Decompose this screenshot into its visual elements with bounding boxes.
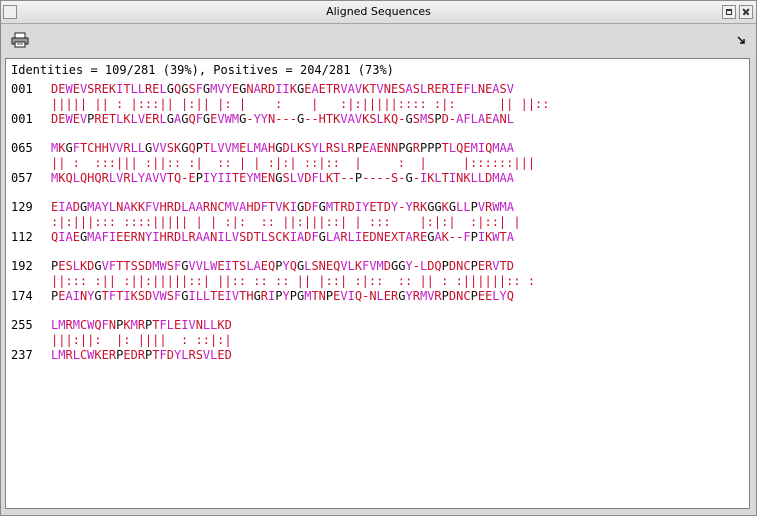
match-line-residues: ||::: :|| :||:|||||::| ||:: :: :: || |::… — [51, 274, 536, 288]
subject-line: 112 QIAEGMAFIEERNYIHRDLRAANILVSDTLSCKIADF… — [11, 230, 521, 245]
query-line: 001 DEWEVSREKITLLRELGQGSFGMVYEGNARDIIKGEA… — [11, 82, 550, 97]
subject-line: 001 DEWEVPRETLKLVERLGAGQFGEVWMG-YYN---G--… — [11, 112, 550, 127]
query-line-residues: MKGFTCHHVVRLLGVVSKGQPTLVVMELMAHGDLKSYLRS… — [51, 141, 514, 155]
close-button[interactable] — [739, 5, 753, 19]
query-line-start: 255 — [11, 318, 33, 332]
alignment-block: 001 DEWEVSREKITLLRELGQGSFGMVYEGNARDIIKGEA… — [11, 82, 550, 127]
subject-line-residues: DEWEVPRETLKLVERLGAGQFGEVWMG-YYN---G--HTK… — [51, 112, 514, 126]
subject-line: 057 MKQLQHQRLVRLYAVVTQ-EPIYIITEYMENGSLVDF… — [11, 171, 535, 186]
subject-line: 174 PEAINYGTFTIKSDVWSFGILLTEIVTHGRIPYPGMT… — [11, 289, 535, 304]
match-line: |||:||: |: |||| : ::|:| — [11, 333, 232, 348]
subject-line-start: 112 — [11, 230, 33, 244]
query-line: 065 MKGFTCHHVVRLLGVVSKGQPTLVVMELMAHGDLKSY… — [11, 141, 535, 156]
subject-line-residues: PEAINYGTFTIKSDVWSFGILLTEIVTHGRIPYPGMTNPE… — [51, 289, 514, 303]
match-line: ||::: :|| :||:|||||::| ||:: :: :: || |::… — [11, 274, 535, 289]
window-title: Aligned Sequences — [326, 5, 431, 18]
alignment-block: 129 EIADGMAYLNAKKFVHRDLAARNCMVAHDFTVKIGDF… — [11, 200, 521, 245]
alignment-block: 065 MKGFTCHHVVRLLGVVSKGQPTLVVMELMAHGDLKSY… — [11, 141, 535, 186]
aligned-sequences-window: Aligned Sequences Identities = 109/281 (… — [0, 0, 757, 516]
match-line-residues: || : :::||| :||:: :| :: | | :|:| ::|:: |… — [51, 156, 536, 170]
query-line-start: 192 — [11, 259, 33, 273]
subject-line-start: 001 — [11, 112, 33, 126]
match-line-residues: :|:|||::: ::::||||| | | :|: :: ||:|||::|… — [51, 215, 521, 229]
subject-line-start: 057 — [11, 171, 33, 185]
query-line-start: 065 — [11, 141, 33, 155]
match-line-residues: |||:||: |: |||| : ::|:| — [51, 333, 232, 347]
match-line-residues: ||||| || : |:::|| |:|| |: | : | :|:|||||… — [51, 97, 550, 111]
alignment-block: 192 PESLKDGVFTTSSDMWSFGVVLWEITSLAEQPYQGLS… — [11, 259, 535, 304]
match-line: ||||| || : |:::|| |:|| |: | : | :|:|||||… — [11, 97, 550, 112]
subject-line: 237 LMRLCWKERPEDRPTFDYLRSVLED — [11, 348, 232, 363]
query-line-residues: LMRMCWQFNPKMRPTFLEIVNLLKD — [51, 318, 232, 332]
query-line: 255 LMRMCWQFNPKMRPTFLEIVNLLKD — [11, 318, 232, 333]
subject-line-residues: QIAEGMAFIEERNYIHRDLRAANILVSDTLSCKIADFGLA… — [51, 230, 514, 244]
title-bar[interactable]: Aligned Sequences — [1, 1, 756, 24]
query-line-start: 129 — [11, 200, 33, 214]
query-line-start: 001 — [11, 82, 33, 96]
toolbar — [1, 24, 756, 56]
alignment-summary: Identities = 109/281 (39%), Positives = … — [11, 63, 394, 77]
printer-icon[interactable] — [11, 32, 29, 48]
subject-line-residues: MKQLQHQRLVRLYAVVTQ-EPIYIITEYMENGSLVDFLKT… — [51, 171, 514, 185]
subject-line-start: 174 — [11, 289, 33, 303]
query-line-residues: PESLKDGVFTTSSDMWSFGVVLWEITSLAEQPYQGLSNEQ… — [51, 259, 514, 273]
query-line: 192 PESLKDGVFTTSSDMWSFGVVLWEITSLAEQPYQGLS… — [11, 259, 535, 274]
maximize-button[interactable] — [722, 5, 736, 19]
alignment-block: 255 LMRMCWQFNPKMRPTFLEIVNLLKD |||:||: |: |… — [11, 318, 232, 363]
subject-line-start: 237 — [11, 348, 33, 362]
alignment-panel: Identities = 109/281 (39%), Positives = … — [5, 58, 750, 509]
match-line: :|:|||::: ::::||||| | | :|: :: ||:|||::|… — [11, 215, 521, 230]
query-line-residues: EIADGMAYLNAKKFVHRDLAARNCMVAHDFTVKIGDFGMT… — [51, 200, 514, 214]
query-line: 129 EIADGMAYLNAKKFVHRDLAARNCMVAHDFTVKIGDF… — [11, 200, 521, 215]
resize-arrow-icon[interactable] — [737, 36, 746, 45]
subject-line-residues: LMRLCWKERPEDRPTFDYLRSVLED — [51, 348, 232, 362]
query-line-residues: DEWEVSREKITLLRELGQGSFGMVYEGNARDIIKGEAETR… — [51, 82, 514, 96]
match-line: || : :::||| :||:: :| :: | | :|:| ::|:: |… — [11, 156, 535, 171]
